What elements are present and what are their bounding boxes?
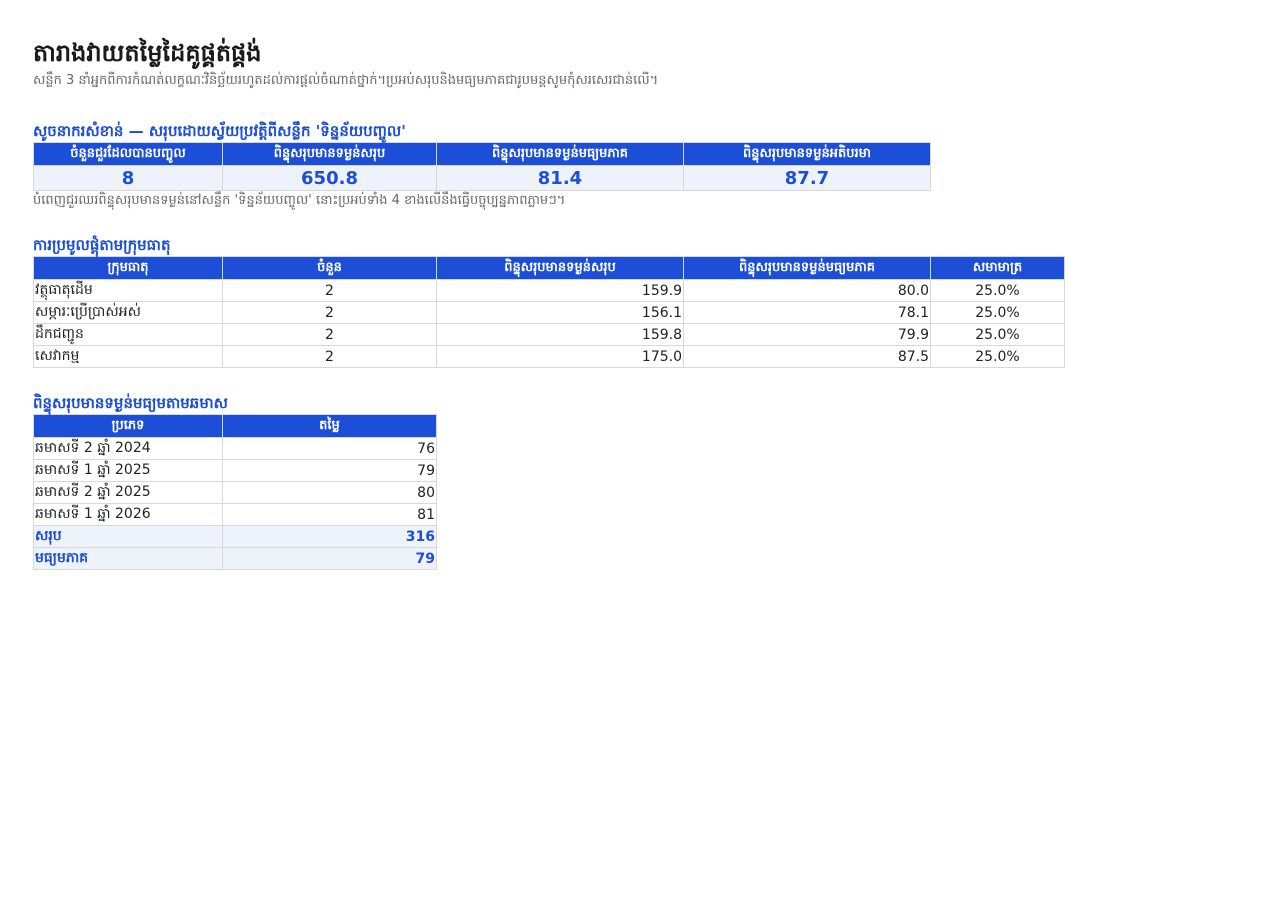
kpi-header-average-weighted[interactable]: ពិន្ទុសរុបមានទម្ងន់មធ្យមភាគ — [436, 142, 684, 166]
quarter-section: ពិន្ទុសរុបមានទម្ងន់មធ្យមតាមឆមាស ប្រភេទ ត… — [33, 392, 437, 570]
kpi-value-row: 8 650.8 81.4 87.7 — [33, 165, 931, 191]
quarter-average-label[interactable]: មធ្យមភាគ — [33, 547, 223, 570]
quarter-cell-value[interactable]: 80 — [222, 481, 437, 504]
category-header-ratio[interactable]: សមាមាត្រ — [930, 256, 1065, 280]
category-header-average[interactable]: ពិន្ទុសរុបមានទម្ងន់មធ្យមភាគ — [683, 256, 931, 280]
category-cell-average[interactable]: 80.0 — [683, 279, 931, 302]
category-cell-group[interactable]: សេវាកម្ម — [33, 345, 223, 368]
category-cell-count[interactable]: 2 — [222, 323, 437, 346]
kpi-header-total-weighted[interactable]: ពិន្ទុសរុបមានទម្ងន់សរុប — [222, 142, 437, 166]
quarter-average-row: មធ្យមភាគ 79 — [33, 547, 437, 570]
category-section-title: ការប្រមូលផ្តុំតាមក្រុមធាតុ — [33, 236, 171, 254]
category-cell-total[interactable]: 159.8 — [436, 323, 684, 346]
table-row: ដឹកជញ្ជូន 2 159.8 79.9 25.0% — [33, 323, 1065, 346]
sheet-page: តារាងវាយតម្លៃដៃគូផ្គត់ផ្គង់ សន្លឹក 3 នាំ… — [33, 36, 1233, 570]
quarter-cell-value[interactable]: 81 — [222, 503, 437, 526]
kpi-note: បំពេញជួរឈរពិន្ទុសរុបមានទម្ងន់នៅសន្លឹក 'ទ… — [33, 193, 566, 208]
category-cell-group[interactable]: សម្ភារៈប្រើប្រាស់អស់ — [33, 301, 223, 324]
page-title: តារាងវាយតម្លៃដៃគូផ្គត់ផ្គង់ — [33, 39, 262, 67]
kpi-value-max-weighted[interactable]: 87.7 — [683, 165, 931, 191]
category-cell-count[interactable]: 2 — [222, 345, 437, 368]
quarter-total-label[interactable]: សរុប — [33, 525, 223, 548]
category-cell-count[interactable]: 2 — [222, 301, 437, 324]
quarter-average-value[interactable]: 79 — [222, 547, 437, 570]
category-cell-total[interactable]: 156.1 — [436, 301, 684, 324]
kpi-value-average-weighted[interactable]: 81.4 — [436, 165, 684, 191]
quarter-cell-type[interactable]: ឆមាសទី 1 ឆ្នាំ 2025 — [33, 459, 223, 482]
category-cell-ratio[interactable]: 25.0% — [930, 279, 1065, 302]
quarter-total-value[interactable]: 316 — [222, 525, 437, 548]
category-cell-group[interactable]: ដឹកជញ្ជូន — [33, 323, 223, 346]
kpi-value-total-weighted[interactable]: 650.8 — [222, 165, 437, 191]
category-table: ក្រុមធាតុ ចំនួន ពិន្ទុសរុបមានទម្ងន់សរុប … — [33, 256, 1065, 368]
quarter-cell-value[interactable]: 79 — [222, 459, 437, 482]
kpi-header-row: ចំនួនជួរដែលបានបញ្ចូល ពិន្ទុសរុបមានទម្ងន់… — [33, 142, 931, 166]
page-subtitle: សន្លឹក 3 នាំអ្នកពីការកំណត់លក្ខណៈវិនិច្ឆ័… — [33, 73, 659, 88]
kpi-value-rows-entered[interactable]: 8 — [33, 165, 223, 191]
category-cell-count[interactable]: 2 — [222, 279, 437, 302]
kpi-section: សូចនាករសំខាន់ — សរុបដោយស្វ័យប្រវត្តិពីសន… — [33, 120, 931, 211]
category-cell-average[interactable]: 87.5 — [683, 345, 931, 368]
kpi-header-max-weighted[interactable]: ពិន្ទុសរុបមានទម្ងន់អតិបរមា — [683, 142, 931, 166]
table-row: វត្ថុធាតុដើម 2 159.9 80.0 25.0% — [33, 279, 1065, 302]
kpi-table: ចំនួនជួរដែលបានបញ្ចូល ពិន្ទុសរុបមានទម្ងន់… — [33, 142, 931, 191]
quarter-header-value[interactable]: តម្លៃ — [222, 414, 437, 438]
category-header-row: ក្រុមធាតុ ចំនួន ពិន្ទុសរុបមានទម្ងន់សរុប … — [33, 256, 1065, 280]
quarter-section-title: ពិន្ទុសរុបមានទម្ងន់មធ្យមតាមឆមាស — [33, 394, 228, 412]
category-cell-ratio[interactable]: 25.0% — [930, 301, 1065, 324]
table-row: ឆមាសទី 2 ឆ្នាំ 2025 80 — [33, 481, 437, 504]
category-header-count[interactable]: ចំនួន — [222, 256, 437, 280]
quarter-table: ប្រភេទ តម្លៃ ឆមាសទី 2 ឆ្នាំ 2024 76 ឆមាស… — [33, 414, 437, 570]
table-row: ឆមាសទី 1 ឆ្នាំ 2025 79 — [33, 459, 437, 482]
table-row: ឆមាសទី 2 ឆ្នាំ 2024 76 — [33, 437, 437, 460]
category-cell-ratio[interactable]: 25.0% — [930, 323, 1065, 346]
quarter-cell-type[interactable]: ឆមាសទី 2 ឆ្នាំ 2025 — [33, 481, 223, 504]
table-row: សេវាកម្ម 2 175.0 87.5 25.0% — [33, 345, 1065, 368]
quarter-header-type[interactable]: ប្រភេទ — [33, 414, 223, 438]
category-cell-total[interactable]: 175.0 — [436, 345, 684, 368]
category-cell-average[interactable]: 79.9 — [683, 323, 931, 346]
category-header-group[interactable]: ក្រុមធាតុ — [33, 256, 223, 280]
table-row: ឆមាសទី 1 ឆ្នាំ 2026 81 — [33, 503, 437, 526]
quarter-cell-type[interactable]: ឆមាសទី 2 ឆ្នាំ 2024 — [33, 437, 223, 460]
kpi-section-title: សូចនាករសំខាន់ — សរុបដោយស្វ័យប្រវត្តិពីសន… — [33, 122, 406, 140]
quarter-header-row: ប្រភេទ តម្លៃ — [33, 414, 437, 438]
category-section: ការប្រមូលផ្តុំតាមក្រុមធាតុ ក្រុមធាតុ ចំន… — [33, 234, 1065, 368]
category-cell-average[interactable]: 78.1 — [683, 301, 931, 324]
table-row: សម្ភារៈប្រើប្រាស់អស់ 2 156.1 78.1 25.0% — [33, 301, 1065, 324]
category-cell-total[interactable]: 159.9 — [436, 279, 684, 302]
category-cell-group[interactable]: វត្ថុធាតុដើម — [33, 279, 223, 302]
category-cell-ratio[interactable]: 25.0% — [930, 345, 1065, 368]
quarter-total-row: សរុប 316 — [33, 525, 437, 548]
kpi-header-rows-entered[interactable]: ចំនួនជួរដែលបានបញ្ចូល — [33, 142, 223, 166]
quarter-cell-value[interactable]: 76 — [222, 437, 437, 460]
quarter-cell-type[interactable]: ឆមាសទី 1 ឆ្នាំ 2026 — [33, 503, 223, 526]
category-header-total[interactable]: ពិន្ទុសរុបមានទម្ងន់សរុប — [436, 256, 684, 280]
